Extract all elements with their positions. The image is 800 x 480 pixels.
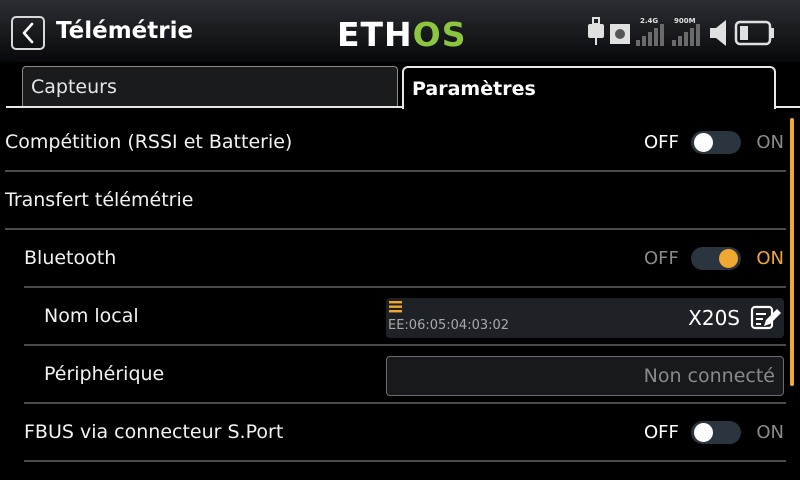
peripheral-select[interactable]: Non connecté: [386, 356, 784, 396]
peripheral-value: Non connecté: [643, 365, 775, 387]
tab-parameters[interactable]: Paramètres: [402, 66, 776, 109]
row-telemetry-transfer: Transfert télémétrie: [0, 172, 786, 230]
scrollbar[interactable]: [790, 118, 794, 386]
row-bluetooth: Bluetooth OFF ON: [0, 230, 786, 288]
bluetooth-on-label: ON: [756, 248, 784, 269]
local-name-label: Nom local: [44, 305, 139, 327]
edit-icon[interactable]: [750, 304, 782, 332]
fbus-on-label: ON: [756, 422, 784, 443]
competition-toggle-track: [691, 131, 741, 154]
row-competition: Compétition (RSSI et Batterie) OFF ON: [0, 114, 786, 172]
bluetooth-off-label: OFF: [644, 248, 679, 269]
peripheral-label: Périphérique: [44, 363, 165, 385]
battery-icon: [734, 20, 774, 46]
back-button[interactable]: [11, 16, 45, 50]
tab-sensors[interactable]: Capteurs: [22, 66, 398, 106]
fbus-toggle-knob: [694, 423, 713, 442]
signal-900-icon: [672, 24, 700, 46]
divider: [24, 460, 786, 462]
telemetry-transfer-label: Transfert télémétrie: [5, 189, 194, 211]
fbus-toggle-track: [691, 421, 741, 444]
competition-label: Compétition (RSSI et Batterie): [5, 131, 293, 153]
ethos-logo: ETHOS: [337, 15, 467, 54]
signal-900-label: 900M: [674, 17, 696, 25]
competition-toggle[interactable]: OFF ON: [636, 128, 786, 158]
logo-part-os: OS: [412, 15, 467, 54]
logo-part-eth: ETH: [337, 15, 413, 54]
bluetooth-toggle-knob: [719, 249, 738, 268]
status-icons: 2.4G 900M: [588, 17, 774, 46]
signal-24-label: 2.4G: [640, 17, 658, 25]
fbus-label: FBUS via connecteur S.Port: [24, 421, 284, 443]
signal-24-icon: [636, 24, 664, 46]
local-name-field[interactable]: EE:06:05:04:03:02 X20S: [386, 298, 784, 338]
tab-parameters-label: Paramètres: [412, 77, 536, 100]
speaker-icon: [710, 20, 726, 46]
top-bar: Télémétrie ETHOS 2.4G 900M: [0, 0, 800, 62]
usb-icon: [588, 17, 604, 45]
menu-lines-icon: [389, 301, 402, 313]
record-icon: [610, 24, 630, 44]
local-name-mac: EE:06:05:04:03:02: [388, 318, 510, 333]
competition-off-label: OFF: [644, 132, 679, 153]
chevron-left-icon: [22, 22, 34, 44]
bluetooth-label: Bluetooth: [24, 247, 117, 269]
row-fbus: FBUS via connecteur S.Port OFF ON: [0, 404, 786, 462]
fbus-off-label: OFF: [644, 422, 679, 443]
page-title: Télémétrie: [56, 18, 194, 44]
bluetooth-toggle-track: [691, 247, 741, 270]
tab-sensors-label: Capteurs: [31, 75, 117, 98]
competition-on-label: ON: [756, 132, 784, 153]
local-name-value: X20S: [688, 306, 740, 330]
bluetooth-toggle[interactable]: OFF ON: [636, 244, 786, 274]
fbus-toggle[interactable]: OFF ON: [636, 418, 786, 448]
competition-toggle-knob: [694, 133, 713, 152]
